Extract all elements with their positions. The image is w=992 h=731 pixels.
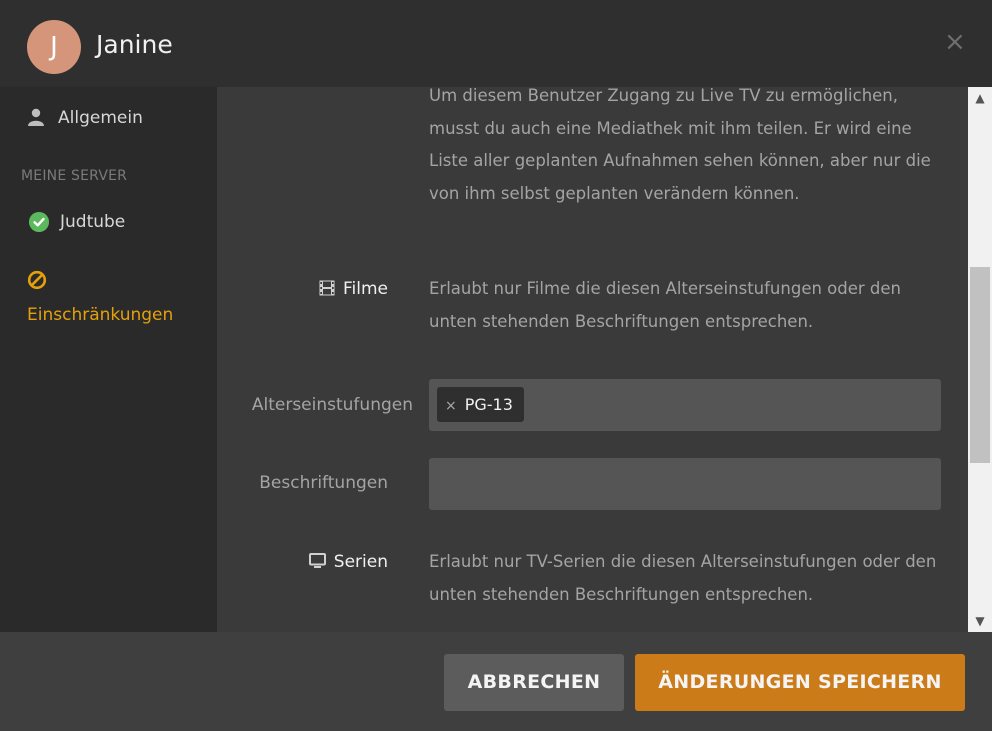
close-icon[interactable]: × <box>944 29 966 55</box>
movie-labels-input[interactable] <box>429 458 941 510</box>
avatar: J <box>27 20 81 74</box>
sidebar: Allgemein MEINE SERVER Judtube Einschrän… <box>0 87 217 632</box>
shows-label: Serien <box>333 552 388 572</box>
dialog-header: J Janine × <box>0 0 992 87</box>
film-icon <box>319 280 335 296</box>
movie-ratings-label: Alterseinstufungen <box>251 395 413 415</box>
sidebar-item-label: Allgemein <box>58 108 143 128</box>
sidebar-item-label: Judtube <box>60 212 126 232</box>
movie-ratings-input[interactable]: × PG-13 <box>429 379 941 431</box>
dialog-footer: ABBRECHEN ÄNDERUNGEN SPEICHERN <box>0 632 992 731</box>
user-icon <box>28 108 44 126</box>
sidebar-item-label: Einschränkungen <box>27 305 174 325</box>
check-circle-icon <box>29 212 49 232</box>
scroll-up-arrow-icon[interactable]: ▲ <box>968 87 992 109</box>
cancel-button[interactable]: ABBRECHEN <box>444 654 624 711</box>
remove-tag-icon[interactable]: × <box>445 398 457 414</box>
scroll-down-arrow-icon[interactable]: ▼ <box>968 610 992 632</box>
save-changes-button[interactable]: ÄNDERUNGEN SPEICHERN <box>635 654 965 711</box>
scrollbar-thumb[interactable] <box>970 267 990 463</box>
movies-section-label: Filme <box>319 277 388 301</box>
sidebar-section-title: MEINE SERVER <box>21 168 128 184</box>
movie-labels-label: Beschriftungen <box>259 473 388 493</box>
movies-info-text: Erlaubt nur Filme die diesen Alterseinst… <box>429 279 902 331</box>
shows-section-label: Serien <box>308 550 388 574</box>
rating-tag: × PG-13 <box>437 387 524 422</box>
content-scrollbar[interactable]: ▲ ▼ <box>968 87 992 632</box>
sidebar-item-restrictions[interactable]: Einschränkungen <box>27 268 202 328</box>
ban-icon <box>27 270 47 290</box>
live-tv-info-text: Um diesem Benutzer Zugang zu Live TV zu … <box>429 87 931 203</box>
tv-icon <box>308 553 326 568</box>
shows-info-text: Erlaubt nur TV-Serien die diesen Alterse… <box>429 552 937 604</box>
user-dialog: J Janine × Allgemein MEINE SERVER Judtub… <box>0 0 992 731</box>
user-name-title: Janine <box>96 30 173 59</box>
movies-label: Filme <box>342 279 388 299</box>
restrictions-panel: Um diesem Benutzer Zugang zu Live TV zu … <box>217 87 968 632</box>
rating-tag-text: PG-13 <box>464 395 513 414</box>
